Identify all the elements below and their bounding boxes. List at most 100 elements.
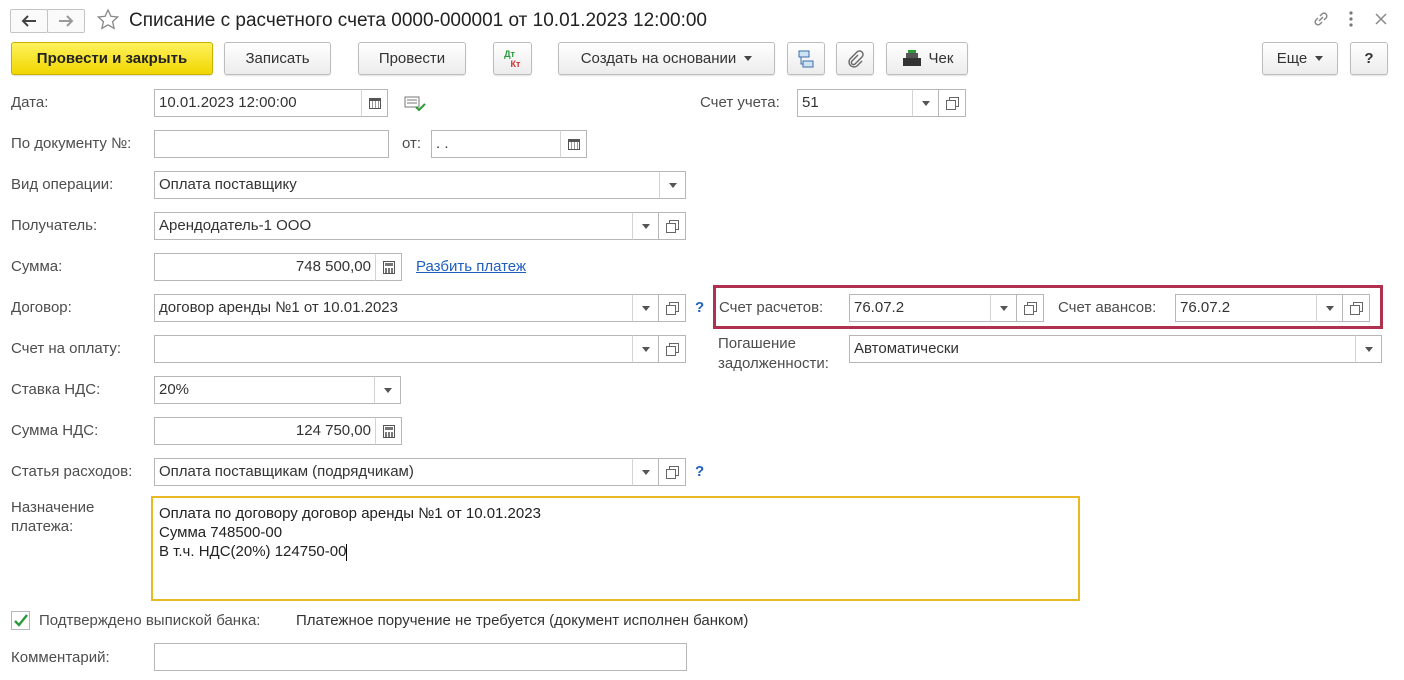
confirmed-label: Подтверждено выпиской банка:: [39, 612, 261, 629]
arrow-right-icon: [59, 15, 74, 27]
operation-select[interactable]: Оплата поставщику: [154, 171, 660, 199]
comment-input[interactable]: [154, 643, 687, 671]
vat-rate-dropdown-button[interactable]: [374, 376, 401, 404]
recipient-open-button[interactable]: [659, 212, 686, 240]
advance-account-input[interactable]: 76.07.2: [1175, 294, 1317, 322]
contract-help-icon[interactable]: ?: [695, 299, 704, 316]
open-icon: [1350, 302, 1363, 315]
operation-label: Вид операции:: [11, 176, 114, 193]
recipient-dropdown-button[interactable]: [632, 212, 659, 240]
settle-account-input[interactable]: 76.07.2: [849, 294, 991, 322]
account-label: Счет учета:: [700, 94, 780, 111]
calendar-icon: [368, 97, 381, 109]
docnum-input[interactable]: [154, 130, 389, 158]
forward-button[interactable]: [47, 9, 85, 33]
account-dropdown-button[interactable]: [912, 89, 939, 117]
purpose-line-3: В т.ч. НДС(20%) 124750-00: [159, 543, 347, 560]
contract-input[interactable]: договор аренды №1 от 10.01.2023: [154, 294, 633, 322]
split-payment-link[interactable]: Разбить платеж: [416, 258, 526, 275]
account-open-button[interactable]: [939, 89, 966, 117]
advance-account-open-button[interactable]: [1343, 294, 1370, 322]
create-based-on-label: Создать на основании: [580, 50, 737, 67]
chevron-down-icon: [921, 100, 930, 106]
settle-account-label: Счет расчетов:: [719, 299, 824, 316]
calendar-icon: [567, 138, 580, 150]
vat-rate-label: Ставка НДС:: [11, 381, 101, 398]
vat-sum-calculator-button[interactable]: [375, 417, 402, 445]
more-label: Еще: [1276, 50, 1308, 67]
text-cursor: [346, 543, 348, 561]
repayment-dropdown-button[interactable]: [1355, 335, 1382, 363]
post-button[interactable]: Провести: [358, 42, 466, 75]
from-date-input[interactable]: . .: [431, 130, 561, 158]
expense-help-icon[interactable]: ?: [695, 463, 704, 480]
sum-calculator-button[interactable]: [375, 253, 402, 281]
contract-open-button[interactable]: [659, 294, 686, 322]
more-button[interactable]: Еще: [1262, 42, 1338, 75]
confirmed-checkbox[interactable]: [11, 611, 30, 630]
recipient-input[interactable]: Арендодатель-1 ООО: [154, 212, 633, 240]
repayment-select[interactable]: Автоматически: [849, 335, 1356, 363]
favorite-star-icon[interactable]: [96, 8, 120, 32]
chevron-down-icon: [641, 223, 650, 229]
purpose-label-line2: платежа:: [11, 518, 74, 535]
post-and-close-button[interactable]: Провести и закрыть: [11, 42, 213, 75]
open-icon: [666, 302, 679, 315]
invoice-dropdown-button[interactable]: [632, 335, 659, 363]
operation-dropdown-button[interactable]: [659, 171, 686, 199]
chevron-down-icon: [999, 305, 1008, 311]
date-input[interactable]: 10.01.2023 12:00:00: [154, 89, 362, 117]
vat-rate-select[interactable]: 20%: [154, 376, 375, 404]
sum-input[interactable]: 748 500,00: [154, 253, 376, 281]
window-title: Списание с расчетного счета 0000-000001 …: [129, 10, 707, 31]
chevron-down-icon: [641, 305, 650, 311]
date-calendar-button[interactable]: [361, 89, 388, 117]
checkmark-icon: [14, 614, 28, 627]
account-input[interactable]: 51: [797, 89, 913, 117]
attach-button[interactable]: [836, 42, 874, 75]
chevron-down-icon: [744, 56, 753, 61]
date-label: Дата:: [11, 94, 49, 111]
purpose-textarea[interactable]: Оплата по договору договор аренды №1 от …: [151, 496, 1080, 601]
recipient-label: Получатель:: [11, 217, 98, 234]
expense-dropdown-button[interactable]: [632, 458, 659, 486]
vat-sum-label: Сумма НДС:: [11, 422, 99, 439]
chevron-down-icon: [383, 387, 392, 393]
back-button[interactable]: [10, 9, 48, 33]
contract-label: Договор:: [11, 299, 72, 316]
expense-open-button[interactable]: [659, 458, 686, 486]
docnum-label: По документу №:: [11, 135, 132, 152]
close-icon[interactable]: [1374, 12, 1388, 26]
write-button[interactable]: Записать: [224, 42, 331, 75]
expense-label: Статья расходов:: [11, 463, 133, 480]
structure-button[interactable]: [787, 42, 825, 75]
receipt-button[interactable]: Чек: [886, 42, 968, 75]
hierarchy-icon: [798, 50, 814, 67]
create-based-on-button[interactable]: Создать на основании: [558, 42, 775, 75]
dt-kt-button[interactable]: Дт Кт: [493, 42, 532, 75]
invoice-open-button[interactable]: [659, 335, 686, 363]
purpose-label-line1: Назначение: [11, 499, 95, 516]
dt-label: Дт: [504, 48, 515, 59]
vat-sum-input[interactable]: 124 750,00: [154, 417, 376, 445]
from-calendar-button[interactable]: [560, 130, 587, 158]
link-icon[interactable]: [1312, 10, 1330, 28]
settle-account-open-button[interactable]: [1017, 294, 1044, 322]
open-icon: [1024, 302, 1037, 315]
settle-account-dropdown-button[interactable]: [990, 294, 1017, 322]
chevron-down-icon: [641, 469, 650, 475]
help-button[interactable]: ?: [1350, 42, 1388, 75]
open-icon: [666, 343, 679, 356]
history-icon[interactable]: [404, 95, 426, 113]
invoice-label: Счет на оплату:: [11, 340, 122, 357]
chevron-down-icon: [1325, 305, 1334, 311]
open-icon: [666, 466, 679, 479]
cash-register-icon: [902, 49, 921, 66]
chevron-down-icon: [1364, 346, 1373, 352]
invoice-input[interactable]: [154, 335, 633, 363]
expense-input[interactable]: Оплата поставщикам (подрядчикам): [154, 458, 633, 486]
confirmed-note: Платежное поручение не требуется (докуме…: [296, 612, 749, 629]
advance-account-dropdown-button[interactable]: [1316, 294, 1343, 322]
more-vertical-icon[interactable]: [1346, 10, 1356, 28]
contract-dropdown-button[interactable]: [632, 294, 659, 322]
